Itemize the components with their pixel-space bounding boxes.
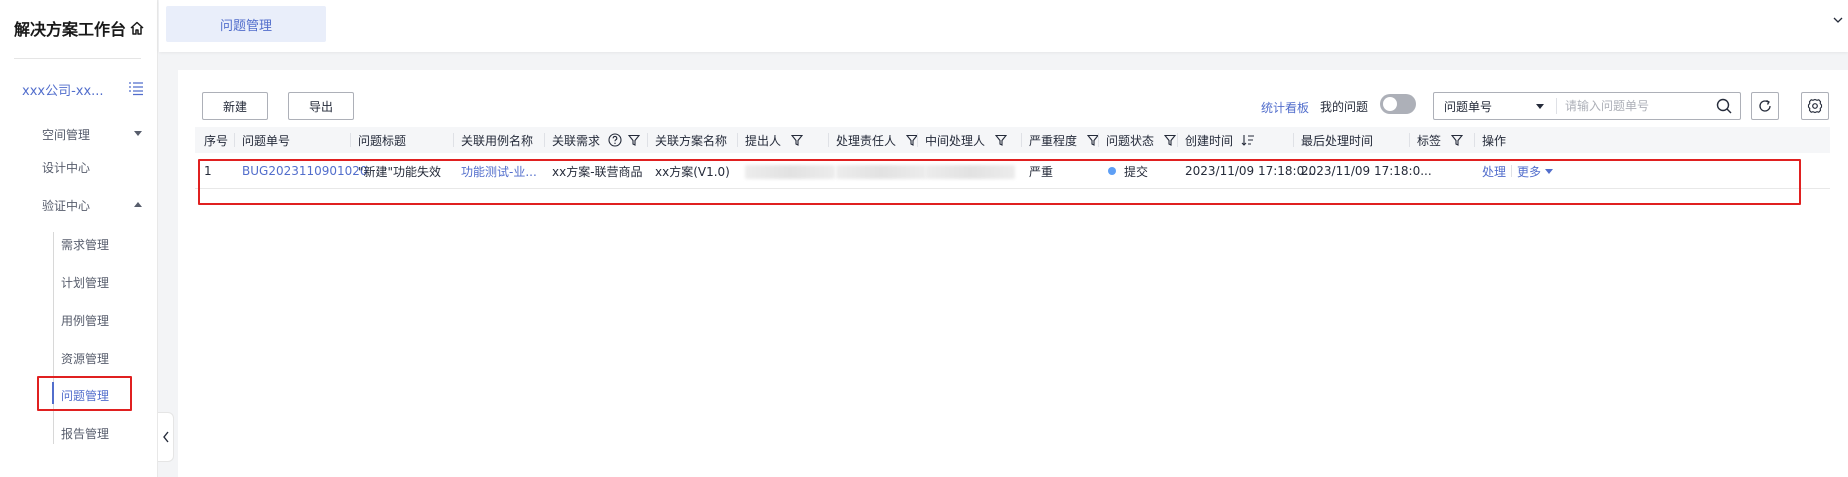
filter-icon[interactable]: [995, 134, 1008, 146]
gear-icon: [1807, 98, 1823, 114]
refresh-icon: [1759, 99, 1771, 112]
col-intermediate: 中间处理人: [925, 127, 1008, 153]
col-status-label: 问题状态: [1106, 133, 1155, 148]
menu-verification-center[interactable]: 验证中心: [42, 197, 90, 214]
col-submitter: 提出人: [745, 127, 804, 153]
tree-line: [53, 232, 54, 444]
home-icon[interactable]: [128, 19, 146, 37]
col-id: 问题单号: [242, 133, 291, 148]
chevron-down-icon[interactable]: [134, 131, 142, 136]
table-header: 序号 问题单号 问题标题 关联用例名称 关联需求 关联方案名称 提出人 处理责任…: [195, 127, 1830, 153]
highlight-box: [198, 159, 1801, 205]
search-input[interactable]: [1557, 99, 1715, 113]
my-issues-toggle[interactable]: [1380, 94, 1416, 114]
col-tag-label: 标签: [1417, 133, 1442, 148]
sidebar-item-requirements[interactable]: 需求管理: [61, 236, 109, 253]
column-divider: [453, 133, 454, 147]
filter-icon[interactable]: [1451, 134, 1464, 146]
filter-icon[interactable]: [1164, 134, 1177, 146]
column-divider: [1409, 133, 1410, 147]
list-icon[interactable]: [128, 80, 144, 96]
column-divider: [234, 133, 235, 147]
tab-bar: 问题管理: [159, 0, 1848, 52]
sidebar-item-reports[interactable]: 报告管理: [61, 425, 109, 442]
column-divider: [1177, 133, 1178, 147]
filter-icon[interactable]: [791, 134, 804, 146]
brand[interactable]: 解决方案工作台: [14, 16, 146, 40]
col-last-handled: 最后处理时间: [1301, 133, 1374, 148]
col-title: 问题标题: [358, 133, 407, 148]
column-divider: [828, 133, 829, 147]
col-requirement: 关联需求: [552, 127, 641, 153]
col-status: 问题状态: [1106, 127, 1177, 153]
highlight-box: [37, 376, 132, 411]
column-divider: [647, 133, 648, 147]
project-name: xxx公司-xx...: [22, 84, 104, 99]
col-solution: 关联方案名称: [655, 133, 728, 148]
col-owner: 处理责任人: [836, 127, 919, 153]
menu-design-center[interactable]: 设计中心: [42, 159, 90, 176]
search-icon[interactable]: [1715, 97, 1733, 115]
search-box: 问题单号: [1433, 92, 1741, 120]
sidebar: 解决方案工作台 xxx公司-xx... 空间管理 设计中心 验证中心 需求管理 …: [0, 0, 158, 477]
refresh-button[interactable]: [1751, 92, 1779, 120]
new-button[interactable]: 新建: [202, 92, 268, 120]
col-severity: 严重程度: [1029, 127, 1100, 153]
column-divider: [350, 133, 351, 147]
col-intermediate-label: 中间处理人: [925, 133, 986, 148]
export-button[interactable]: 导出: [288, 92, 354, 120]
stats-dashboard-link[interactable]: 统计看板: [1261, 99, 1309, 116]
chevron-left-icon: [162, 431, 169, 443]
column-divider: [1021, 133, 1022, 147]
main-panel: 新建 导出 统计看板 我的问题 问题单号 序号 问题单号 问题标题 关联用例名称…: [178, 70, 1848, 477]
settings-button[interactable]: [1801, 92, 1829, 120]
sort-icon[interactable]: [1241, 134, 1255, 146]
col-case: 关联用例名称: [461, 133, 534, 148]
sidebar-item-cases[interactable]: 用例管理: [61, 312, 109, 329]
col-owner-label: 处理责任人: [836, 133, 897, 148]
col-created: 创建时间: [1185, 127, 1255, 153]
project-selector[interactable]: xxx公司-xx...: [22, 80, 143, 99]
column-divider: [1098, 133, 1099, 147]
search-field-value: 问题单号: [1444, 99, 1493, 114]
brand-title: 解决方案工作台: [14, 20, 127, 39]
chevron-up-icon[interactable]: [134, 202, 142, 207]
help-icon[interactable]: [608, 133, 622, 147]
col-requirement-label: 关联需求: [552, 133, 601, 148]
column-divider: [1474, 133, 1475, 147]
my-issues-label: 我的问题: [1320, 100, 1369, 114]
column-divider: [917, 133, 918, 147]
chevron-down-icon: [1536, 104, 1544, 109]
col-tag: 标签: [1417, 127, 1464, 153]
col-submitter-label: 提出人: [745, 133, 782, 148]
chevron-down-icon[interactable]: [1832, 14, 1844, 26]
col-index: 序号: [204, 133, 229, 148]
column-divider: [544, 133, 545, 147]
collapse-sidebar-button[interactable]: [158, 412, 174, 462]
column-divider: [737, 133, 738, 147]
divider: [14, 58, 141, 59]
search-field-select[interactable]: 问题单号: [1434, 93, 1556, 119]
tab-issue-management[interactable]: 问题管理: [166, 6, 326, 42]
filter-icon[interactable]: [628, 134, 641, 146]
sidebar-item-plans[interactable]: 计划管理: [61, 274, 109, 291]
sidebar-item-resources[interactable]: 资源管理: [61, 350, 109, 367]
column-divider: [1293, 133, 1294, 147]
col-created-label: 创建时间: [1185, 133, 1234, 148]
col-severity-label: 严重程度: [1029, 133, 1078, 148]
menu-space-management[interactable]: 空间管理: [42, 126, 90, 143]
col-actions: 操作: [1482, 133, 1507, 148]
